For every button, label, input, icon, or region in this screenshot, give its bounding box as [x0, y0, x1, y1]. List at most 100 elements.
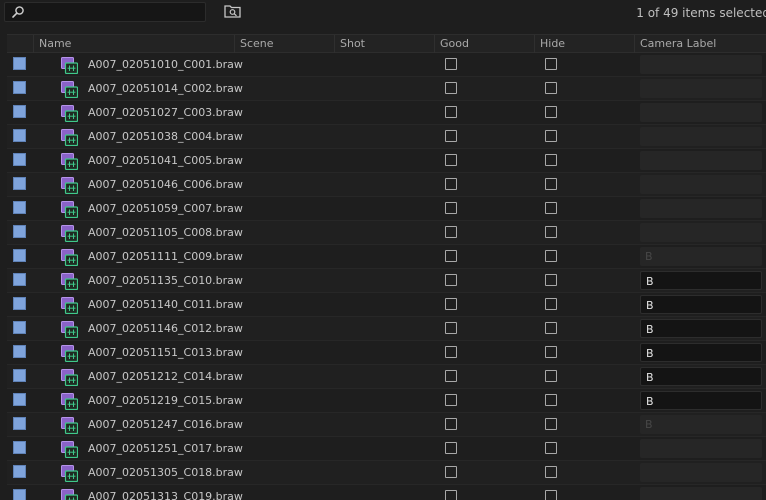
clip-color-swatch[interactable] — [13, 417, 26, 430]
good-checkbox[interactable] — [445, 226, 457, 238]
table-row[interactable]: A007_02051140_C011.braw B — [7, 293, 766, 317]
clip-color-swatch[interactable] — [13, 81, 26, 94]
hide-checkbox[interactable] — [545, 250, 557, 262]
table-row[interactable]: A007_02051105_C008.braw — [7, 221, 766, 245]
camera-label-field[interactable] — [640, 487, 762, 500]
good-checkbox[interactable] — [445, 466, 457, 478]
clip-color-swatch[interactable] — [13, 177, 26, 190]
table-row[interactable]: A007_02051251_C017.braw — [7, 437, 766, 461]
hide-checkbox[interactable] — [545, 442, 557, 454]
camera-label-field[interactable]: B — [640, 319, 762, 338]
camera-label-field[interactable] — [640, 55, 762, 74]
column-header-good[interactable]: Good — [435, 35, 535, 53]
camera-label-field[interactable] — [640, 175, 762, 194]
column-header-camera-label[interactable]: Camera Label — [635, 35, 766, 53]
camera-label-field[interactable] — [640, 103, 762, 122]
camera-label-field[interactable] — [640, 199, 762, 218]
clip-color-swatch[interactable] — [13, 105, 26, 118]
column-header-scene[interactable]: Scene — [235, 35, 335, 53]
good-checkbox[interactable] — [445, 130, 457, 142]
hide-checkbox[interactable] — [545, 466, 557, 478]
clip-color-swatch[interactable] — [13, 129, 26, 142]
table-row[interactable]: A007_02051135_C010.braw B — [7, 269, 766, 293]
clip-color-swatch[interactable] — [13, 465, 26, 478]
good-checkbox[interactable] — [445, 346, 457, 358]
good-checkbox[interactable] — [445, 370, 457, 382]
table-row[interactable]: A007_02051146_C012.braw B — [7, 317, 766, 341]
table-row[interactable]: A007_02051038_C004.braw — [7, 125, 766, 149]
column-header-name[interactable]: Name — [34, 35, 235, 53]
good-checkbox[interactable] — [445, 442, 457, 454]
clip-color-swatch[interactable] — [13, 249, 26, 262]
good-checkbox[interactable] — [445, 274, 457, 286]
camera-label-field[interactable]: B — [640, 295, 762, 314]
column-header-shot[interactable]: Shot — [335, 35, 435, 53]
search-box[interactable] — [4, 2, 206, 22]
clip-color-swatch[interactable] — [13, 57, 26, 70]
search-input[interactable] — [29, 4, 199, 20]
good-checkbox[interactable] — [445, 58, 457, 70]
good-checkbox[interactable] — [445, 178, 457, 190]
table-row[interactable]: A007_02051313_C019.braw — [7, 485, 766, 500]
camera-label-field[interactable]: B — [640, 247, 762, 266]
table-row[interactable]: A007_02051014_C002.braw — [7, 77, 766, 101]
hide-checkbox[interactable] — [545, 58, 557, 70]
clip-color-swatch[interactable] — [13, 321, 26, 334]
clip-color-swatch[interactable] — [13, 201, 26, 214]
clip-color-swatch[interactable] — [13, 441, 26, 454]
good-checkbox[interactable] — [445, 202, 457, 214]
clip-color-swatch[interactable] — [13, 273, 26, 286]
hide-checkbox[interactable] — [545, 346, 557, 358]
hide-checkbox[interactable] — [545, 274, 557, 286]
good-checkbox[interactable] — [445, 490, 457, 500]
table-row[interactable]: A007_02051059_C007.braw — [7, 197, 766, 221]
clip-color-swatch[interactable] — [13, 225, 26, 238]
good-checkbox[interactable] — [445, 154, 457, 166]
hide-checkbox[interactable] — [545, 82, 557, 94]
camera-label-field[interactable]: B — [640, 271, 762, 290]
good-checkbox[interactable] — [445, 322, 457, 334]
column-header-hide[interactable]: Hide — [535, 35, 635, 53]
clip-color-swatch[interactable] — [13, 345, 26, 358]
folder-search-icon[interactable] — [224, 3, 241, 18]
hide-checkbox[interactable] — [545, 322, 557, 334]
clip-color-swatch[interactable] — [13, 393, 26, 406]
camera-label-field[interactable] — [640, 127, 762, 146]
camera-label-field[interactable] — [640, 463, 762, 482]
table-row[interactable]: A007_02051305_C018.braw — [7, 461, 766, 485]
good-checkbox[interactable] — [445, 298, 457, 310]
camera-label-field[interactable]: B — [640, 415, 762, 434]
hide-checkbox[interactable] — [545, 178, 557, 190]
hide-checkbox[interactable] — [545, 394, 557, 406]
hide-checkbox[interactable] — [545, 106, 557, 118]
camera-label-field[interactable]: B — [640, 343, 762, 362]
camera-label-field[interactable] — [640, 223, 762, 242]
clip-color-swatch[interactable] — [13, 489, 26, 500]
good-checkbox[interactable] — [445, 418, 457, 430]
hide-checkbox[interactable] — [545, 298, 557, 310]
camera-label-field[interactable]: B — [640, 391, 762, 410]
hide-checkbox[interactable] — [545, 154, 557, 166]
table-row[interactable]: A007_02051010_C001.braw — [7, 53, 766, 77]
clip-color-swatch[interactable] — [13, 153, 26, 166]
table-row[interactable]: A007_02051041_C005.braw — [7, 149, 766, 173]
hide-checkbox[interactable] — [545, 418, 557, 430]
good-checkbox[interactable] — [445, 394, 457, 406]
table-row[interactable]: A007_02051151_C013.braw B — [7, 341, 766, 365]
hide-checkbox[interactable] — [545, 490, 557, 500]
hide-checkbox[interactable] — [545, 202, 557, 214]
clip-color-swatch[interactable] — [13, 369, 26, 382]
table-row[interactable]: A007_02051212_C014.braw B — [7, 365, 766, 389]
hide-checkbox[interactable] — [545, 370, 557, 382]
camera-label-field[interactable]: B — [640, 367, 762, 386]
table-row[interactable]: A007_02051219_C015.braw B — [7, 389, 766, 413]
hide-checkbox[interactable] — [545, 226, 557, 238]
clip-color-swatch[interactable] — [13, 297, 26, 310]
color-column-header[interactable] — [7, 35, 34, 53]
camera-label-field[interactable] — [640, 79, 762, 98]
good-checkbox[interactable] — [445, 250, 457, 262]
table-row[interactable]: A007_02051046_C006.braw — [7, 173, 766, 197]
table-row[interactable]: A007_02051027_C003.braw — [7, 101, 766, 125]
table-row[interactable]: A007_02051111_C009.braw B — [7, 245, 766, 269]
table-row[interactable]: A007_02051247_C016.braw B — [7, 413, 766, 437]
